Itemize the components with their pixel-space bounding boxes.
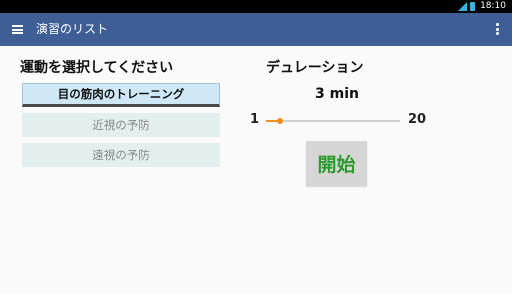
duration-value: 3 min [315,86,359,102]
signal-icon [458,2,468,11]
overflow-menu-icon[interactable] [496,23,499,36]
menu-icon[interactable] [12,25,23,34]
start-button[interactable]: 開始 [306,141,367,186]
exercise-heading: 運動を選択してください [20,60,174,76]
status-icons: 18:10 [458,1,506,12]
battery-icon [470,2,476,11]
duration-slider[interactable] [266,118,400,124]
app-title: 演習のリスト [36,22,109,36]
exercise-option-myopia[interactable]: 近視の予防 [22,113,220,137]
slider-track [266,120,400,122]
slider-thumb[interactable] [277,118,284,124]
status-bar: 18:10 [0,0,512,13]
app-bar: 演習のリスト [0,13,512,46]
status-time: 18:10 [480,1,506,11]
exercise-option-eye-muscle[interactable]: 目の筋肉のトレーニング [22,83,220,107]
slider-min-label: 1 [250,112,260,127]
slider-max-label: 20 [408,112,427,127]
duration-heading: デュレーション [266,60,364,76]
exercise-option-hyperopia[interactable]: 遠視の予防 [22,143,220,167]
